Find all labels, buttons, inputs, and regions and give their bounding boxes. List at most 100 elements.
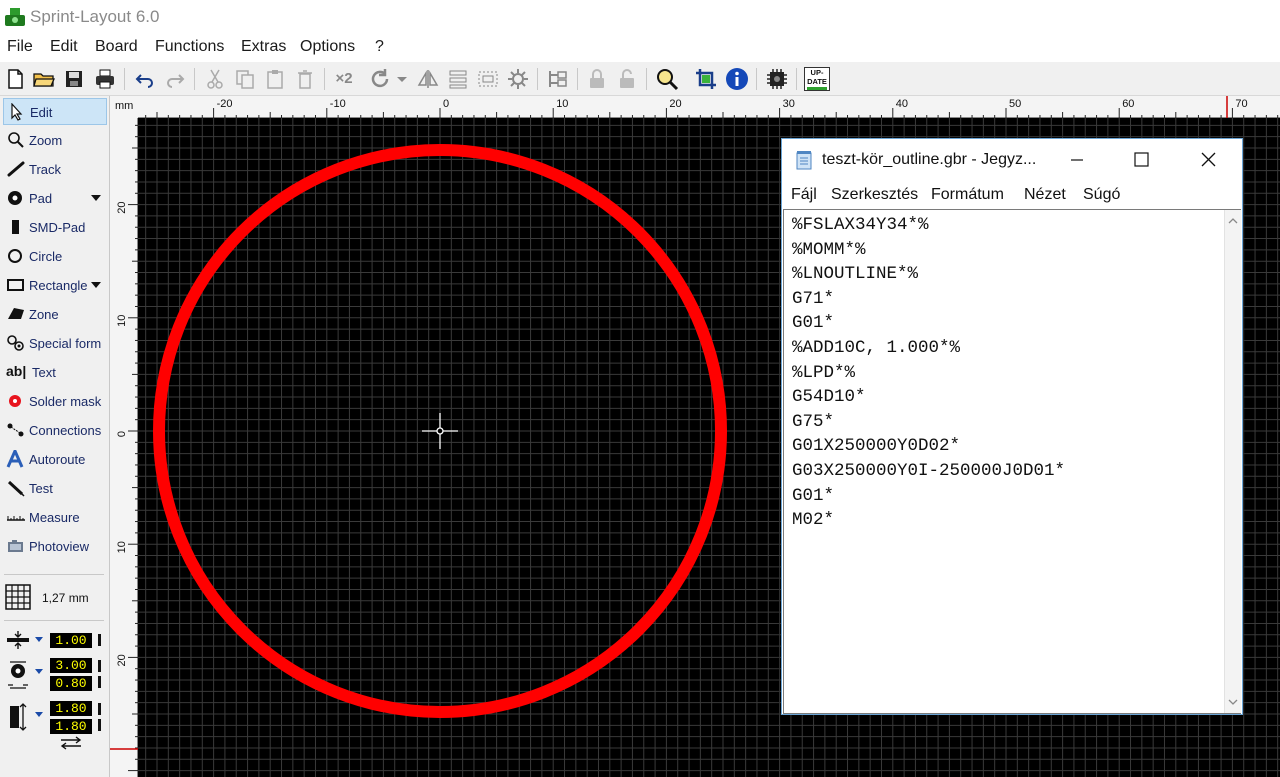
pad-inner-value[interactable]: 0.80 <box>50 676 92 691</box>
chip-icon[interactable] <box>765 67 789 91</box>
swap-icon[interactable] <box>58 736 84 750</box>
tool-pad[interactable]: Pad <box>3 185 107 212</box>
tool-zone[interactable]: Zone <box>3 301 107 328</box>
delete-icon[interactable] <box>293 67 317 91</box>
align-icon[interactable] <box>446 67 470 91</box>
group-icon[interactable] <box>476 67 500 91</box>
rotate-icon[interactable] <box>368 67 392 91</box>
pad-size-dropdown-icon[interactable] <box>34 668 44 676</box>
print-icon[interactable] <box>93 67 117 91</box>
info-icon[interactable] <box>725 67 749 91</box>
tool-label: Pad <box>29 191 53 206</box>
smd-height-value[interactable]: 1.80 <box>50 719 92 734</box>
notepad-menu-edit[interactable]: Szerkesztés <box>831 186 918 204</box>
tool-connections[interactable]: Connections <box>3 417 107 444</box>
tool-autoroute[interactable]: Autoroute <box>3 446 107 473</box>
smd-width-value[interactable]: 1.80 <box>50 701 92 716</box>
menu-board[interactable]: Board <box>95 38 138 56</box>
notepad-menu-file[interactable]: Fájl <box>791 186 817 204</box>
app-logo-icon <box>5 8 25 26</box>
ruler-label: 60 <box>1122 98 1134 110</box>
mirror-icon[interactable] <box>416 67 440 91</box>
tool-photoview[interactable]: Photoview <box>3 533 107 560</box>
ruler-label: 0 <box>116 431 128 437</box>
measure-icon <box>7 516 25 521</box>
mask-icon[interactable] <box>546 67 570 91</box>
undo-icon[interactable] <box>133 67 157 91</box>
unlock-icon[interactable] <box>615 67 639 91</box>
toolbar-separator <box>796 68 797 90</box>
special-form-icon <box>7 335 24 351</box>
smd-size-dropdown-icon[interactable] <box>34 711 44 719</box>
tool-measure[interactable]: Measure <box>3 504 107 531</box>
lock-icon[interactable] <box>585 67 609 91</box>
close-icon[interactable] <box>1185 147 1231 173</box>
ruler-label: -10 <box>330 98 346 110</box>
ruler-label: 20 <box>116 654 128 666</box>
smd-size-bar-icon <box>98 703 101 731</box>
toolbar-separator <box>646 68 647 90</box>
notepad-menu-format[interactable]: Formátum <box>931 186 1004 204</box>
update-label-bottom: DATE <box>807 77 827 86</box>
menu-file[interactable]: File <box>7 38 33 56</box>
new-file-icon[interactable] <box>3 67 27 91</box>
tool-special-form[interactable]: Special form <box>3 330 107 357</box>
rectangle-dropdown-icon[interactable] <box>91 282 101 288</box>
update-icon[interactable]: UP- DATE <box>804 67 830 91</box>
redo-icon[interactable] <box>163 67 187 91</box>
update-label-top: UP- <box>810 68 824 77</box>
tool-smd-pad[interactable]: SMD-Pad <box>3 214 107 241</box>
duplicate-icon[interactable]: ×2 <box>332 67 356 91</box>
notepad-menu-help[interactable]: Súgó <box>1083 186 1120 204</box>
save-icon[interactable] <box>62 67 86 91</box>
tool-solder-mask[interactable]: Solder mask <box>3 388 107 415</box>
copy-icon[interactable] <box>233 67 257 91</box>
track-width-icon <box>7 631 29 649</box>
menu-options[interactable]: Options <box>300 38 355 56</box>
paste-icon[interactable] <box>263 67 287 91</box>
menu-edit[interactable]: Edit <box>50 38 78 56</box>
notepad-title-bar[interactable]: teszt-kör_outline.gbr - Jegyz... <box>782 139 1242 181</box>
grid-size-label[interactable]: 1,27 mm <box>42 591 89 605</box>
text-icon: ab| <box>6 363 27 379</box>
tool-test[interactable]: Test <box>3 475 107 502</box>
notepad-text-area[interactable]: %FSLAX34Y34*% %MOMM*% %LNOUTLINE*% G71* … <box>783 209 1241 714</box>
pad-outer-value[interactable]: 3.00 <box>50 658 92 673</box>
rotate-dropdown-icon[interactable] <box>395 67 409 91</box>
tool-label: Connections <box>29 423 102 438</box>
tool-edit[interactable]: Edit <box>3 98 107 125</box>
notepad-menu-view[interactable]: Nézet <box>1024 186 1066 204</box>
menu-extras[interactable]: Extras <box>241 38 286 56</box>
tool-zoom[interactable]: Zoom <box>3 127 107 154</box>
track-width-dropdown-icon[interactable] <box>34 636 44 644</box>
crop-icon[interactable] <box>694 67 718 91</box>
maximize-icon[interactable] <box>1118 147 1164 173</box>
ruler-label: 10 <box>556 98 568 110</box>
vertical-scrollbar[interactable] <box>1224 210 1241 713</box>
ruler-horizontal-scale: -20 -10 0 10 20 30 40 50 60 70 <box>145 96 1279 118</box>
scroll-up-icon[interactable] <box>1228 216 1238 226</box>
grid-icon[interactable] <box>5 584 31 610</box>
pad-dropdown-icon[interactable] <box>91 195 101 201</box>
tool-circle[interactable]: Circle <box>3 243 107 270</box>
tool-text[interactable]: ab| Text <box>3 359 107 386</box>
menu-help[interactable]: ? <box>375 38 384 56</box>
update-bar <box>807 87 827 90</box>
cut-icon[interactable] <box>203 67 227 91</box>
tool-rectangle[interactable]: Rectangle <box>3 272 107 299</box>
track-width-value[interactable]: 1.00 <box>50 633 92 648</box>
circle-icon <box>8 249 22 263</box>
settings-icon[interactable] <box>506 67 530 91</box>
notepad-window[interactable]: teszt-kör_outline.gbr - Jegyz... Fájl Sz… <box>781 138 1243 715</box>
menu-functions[interactable]: Functions <box>155 38 224 56</box>
tool-label: Edit <box>30 105 53 120</box>
zoom-icon[interactable] <box>655 67 679 91</box>
tool-track[interactable]: Track <box>3 156 107 183</box>
gerber-text[interactable]: %FSLAX34Y34*% %MOMM*% %LNOUTLINE*% G71* … <box>792 213 1065 533</box>
open-folder-icon[interactable] <box>32 67 56 91</box>
magnifier-icon <box>8 132 24 148</box>
tool-label: Solder mask <box>29 394 102 409</box>
ruler-label: 10 <box>116 315 128 327</box>
minimize-icon[interactable] <box>1054 147 1100 173</box>
scroll-down-icon[interactable] <box>1228 697 1238 707</box>
